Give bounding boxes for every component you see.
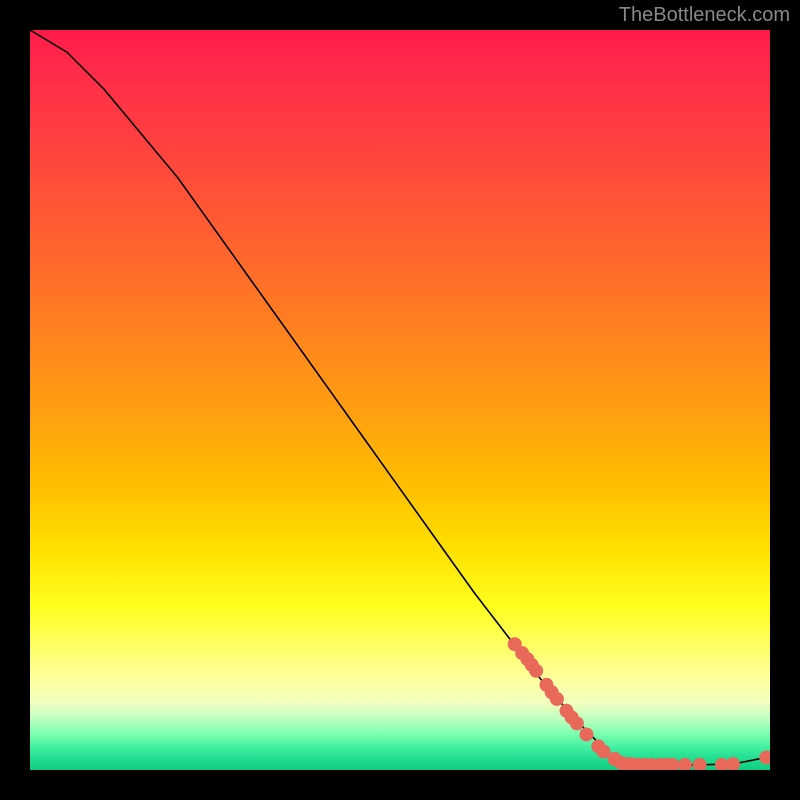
chart-marker [579, 727, 593, 741]
watermark-text: TheBottleneck.com [619, 4, 790, 27]
chart-marker [678, 758, 692, 770]
chart-marker [726, 757, 740, 770]
chart-markers [508, 637, 770, 770]
chart-marker [550, 692, 564, 706]
chart-marker [570, 716, 584, 730]
chart-marker [693, 758, 707, 770]
bottleneck-curve-line [30, 30, 770, 765]
chart-marker [529, 664, 543, 678]
chart-marker [759, 750, 770, 764]
chart-plot-area [30, 30, 770, 770]
chart-svg-overlay [30, 30, 770, 770]
